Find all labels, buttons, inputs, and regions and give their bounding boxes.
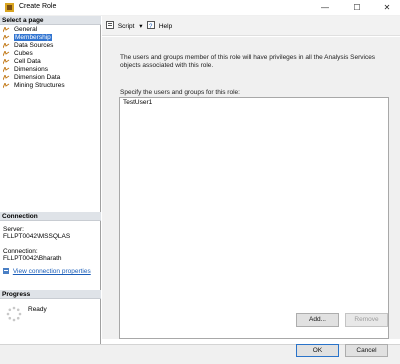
title-bar: Create Role — ☐ ✕: [0, 0, 400, 16]
membership-description: The users and groups member of this role…: [120, 54, 376, 69]
script-button[interactable]: Script ▾: [106, 21, 143, 31]
add-button[interactable]: Add...: [296, 313, 339, 327]
page-item-data-sources[interactable]: Data Sources: [0, 42, 101, 50]
properties-icon: [3, 268, 9, 274]
connection-header: Connection: [0, 212, 101, 221]
connection-value: FLLPT0042\Bharath: [3, 255, 62, 262]
list-item[interactable]: TestUser1: [123, 99, 152, 106]
chevron-down-icon[interactable]: ▾: [139, 23, 142, 30]
app-icon: [5, 3, 14, 12]
server-label: Server:: [3, 226, 24, 233]
script-icon: [106, 21, 114, 29]
page-icon: [3, 51, 10, 57]
minimize-button[interactable]: —: [310, 0, 340, 16]
connection-label: Connection:: [3, 248, 38, 255]
select-page-header: Select a page: [0, 16, 101, 25]
page-icon: [3, 83, 10, 89]
page-icon: [3, 35, 10, 41]
help-icon: ?: [147, 21, 155, 29]
left-panel: Select a page General Membership Data So…: [0, 16, 101, 344]
specify-users-label: Specify the users and groups for this ro…: [120, 89, 240, 96]
page-item-dimensions[interactable]: Dimensions: [0, 66, 101, 74]
membership-panel: The users and groups member of this role…: [102, 37, 400, 339]
maximize-button[interactable]: ☐: [342, 0, 372, 16]
page-item-cubes[interactable]: Cubes: [0, 50, 101, 58]
window-title: Create Role: [19, 3, 57, 10]
progress-header: Progress: [0, 290, 101, 299]
page-item-dimension-data[interactable]: Dimension Data: [0, 74, 101, 82]
page-icon: [3, 43, 10, 49]
page-icon: [3, 75, 10, 81]
dialog-footer: [0, 344, 400, 364]
page-item-general[interactable]: General: [0, 26, 101, 34]
close-button[interactable]: ✕: [372, 0, 400, 16]
progress-status: Ready: [28, 306, 47, 313]
page-item-membership[interactable]: Membership: [0, 34, 101, 42]
remove-button[interactable]: Remove: [345, 313, 388, 327]
cancel-button[interactable]: Cancel: [345, 344, 388, 357]
page-icon: [3, 27, 10, 33]
page-list: General Membership Data Sources Cubes Ce…: [0, 26, 101, 90]
users-list[interactable]: TestUser1: [119, 97, 389, 339]
page-item-mining-structures[interactable]: Mining Structures: [0, 82, 101, 90]
spinner-icon: [6, 306, 22, 322]
ok-button[interactable]: OK: [296, 344, 339, 357]
page-icon: [3, 67, 10, 73]
page-item-cell-data[interactable]: Cell Data: [0, 58, 101, 66]
view-connection-properties-link[interactable]: View connection properties: [3, 268, 91, 275]
server-value: FLLPT0042\MSSQLAS: [3, 233, 71, 240]
page-icon: [3, 59, 10, 65]
toolbar: Script ▾ ? Help: [102, 16, 400, 36]
help-button[interactable]: ? Help: [147, 21, 172, 31]
